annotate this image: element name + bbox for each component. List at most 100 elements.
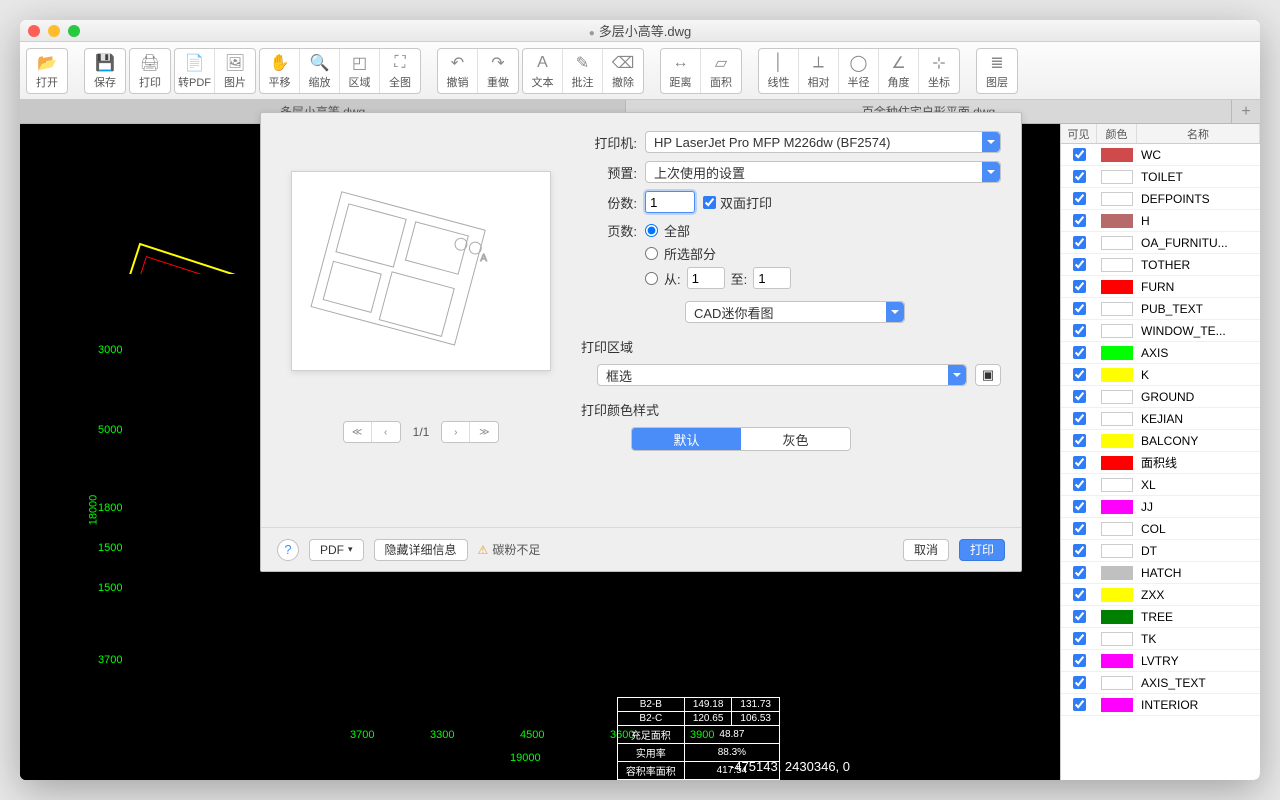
layer-row[interactable]: H <box>1061 210 1260 232</box>
toolbar-坐标-button[interactable]: ⊹坐标 <box>919 49 959 93</box>
layers-list[interactable]: WCTOILETDEFPOINTSHOA_FURNITU...TOTHERFUR… <box>1061 144 1260 780</box>
toolbar-打开-button[interactable]: 📂打开 <box>27 49 67 93</box>
window-zoom-button[interactable] <box>68 25 80 37</box>
app-select[interactable]: CAD迷你看图 <box>685 301 905 323</box>
layer-row[interactable]: 面积线 <box>1061 452 1260 474</box>
page-from-input[interactable] <box>687 267 725 289</box>
layer-row[interactable]: JJ <box>1061 496 1260 518</box>
layer-row[interactable]: XL <box>1061 474 1260 496</box>
pages-selected-radio[interactable] <box>645 247 658 260</box>
layer-visible-checkbox[interactable] <box>1073 522 1086 535</box>
layer-visible-checkbox[interactable] <box>1073 610 1086 623</box>
page-to-input[interactable] <box>753 267 791 289</box>
toolbar-图层-button[interactable]: ≣图层 <box>977 49 1017 93</box>
toolbar-相对-button[interactable]: ⟂相对 <box>799 49 839 93</box>
layer-row[interactable]: WINDOW_TE... <box>1061 320 1260 342</box>
layer-visible-checkbox[interactable] <box>1073 588 1086 601</box>
layer-visible-checkbox[interactable] <box>1073 236 1086 249</box>
layer-row[interactable]: HATCH <box>1061 562 1260 584</box>
layer-visible-checkbox[interactable] <box>1073 280 1086 293</box>
color-style-default[interactable]: 默认 <box>632 428 741 450</box>
pick-area-button[interactable]: ▣ <box>975 364 1001 386</box>
toolbar-撤销-button[interactable]: ↶撤销 <box>438 49 478 93</box>
toolbar-打印-button[interactable]: 🖨打印 <box>130 49 170 93</box>
toolbar-面积-button[interactable]: ▱面积 <box>701 49 741 93</box>
layer-visible-checkbox[interactable] <box>1073 148 1086 161</box>
toolbar-文本-button[interactable]: A文本 <box>523 49 563 93</box>
copies-input[interactable] <box>645 191 695 213</box>
layer-visible-checkbox[interactable] <box>1073 434 1086 447</box>
hide-details-button[interactable]: 隐藏详细信息 <box>374 539 468 561</box>
pager-next-button[interactable]: › <box>442 422 470 442</box>
layer-visible-checkbox[interactable] <box>1073 632 1086 645</box>
layer-row[interactable]: DEFPOINTS <box>1061 188 1260 210</box>
print-button[interactable]: 打印 <box>959 539 1005 561</box>
layer-visible-checkbox[interactable] <box>1073 412 1086 425</box>
layer-row[interactable]: FURN <box>1061 276 1260 298</box>
layer-visible-checkbox[interactable] <box>1073 456 1086 469</box>
layer-visible-checkbox[interactable] <box>1073 500 1086 513</box>
window-minimize-button[interactable] <box>48 25 60 37</box>
layer-visible-checkbox[interactable] <box>1073 698 1086 711</box>
layer-visible-checkbox[interactable] <box>1073 258 1086 271</box>
toolbar-重做-button[interactable]: ↷重做 <box>478 49 518 93</box>
layer-visible-checkbox[interactable] <box>1073 214 1086 227</box>
toolbar-半径-button[interactable]: ◯半径 <box>839 49 879 93</box>
layer-row[interactable]: K <box>1061 364 1260 386</box>
layer-row[interactable]: WC <box>1061 144 1260 166</box>
toolbar-撤除-button[interactable]: ⌫撤除 <box>603 49 643 93</box>
layer-row[interactable]: PUB_TEXT <box>1061 298 1260 320</box>
layer-visible-checkbox[interactable] <box>1073 302 1086 315</box>
layer-row[interactable]: AXIS_TEXT <box>1061 672 1260 694</box>
pages-all-radio[interactable] <box>645 224 658 237</box>
layer-visible-checkbox[interactable] <box>1073 324 1086 337</box>
pager-first-button[interactable]: ≪ <box>344 422 372 442</box>
layer-visible-checkbox[interactable] <box>1073 478 1086 491</box>
add-tab-button[interactable]: + <box>1232 100 1260 123</box>
preset-select[interactable]: 上次使用的设置 <box>645 161 1001 183</box>
layer-row[interactable]: TOILET <box>1061 166 1260 188</box>
pager-prev-button[interactable]: ‹ <box>372 422 400 442</box>
toolbar-线性-button[interactable]: │线性 <box>759 49 799 93</box>
layer-row[interactable]: INTERIOR <box>1061 694 1260 716</box>
layer-visible-checkbox[interactable] <box>1073 566 1086 579</box>
toolbar-平移-button[interactable]: ✋平移 <box>260 49 300 93</box>
printer-select[interactable]: HP LaserJet Pro MFP M226dw (BF2574) <box>645 131 1001 153</box>
layer-row[interactable]: COL <box>1061 518 1260 540</box>
toolbar-全图-button[interactable]: ⛶全图 <box>380 49 420 93</box>
layer-row[interactable]: TK <box>1061 628 1260 650</box>
layer-row[interactable]: DT <box>1061 540 1260 562</box>
layer-row[interactable]: BALCONY <box>1061 430 1260 452</box>
layer-visible-checkbox[interactable] <box>1073 170 1086 183</box>
layer-row[interactable]: ZXX <box>1061 584 1260 606</box>
toolbar-图片-button[interactable]: 🖼图片 <box>215 49 255 93</box>
toolbar-保存-button[interactable]: 💾保存 <box>85 49 125 93</box>
toolbar-距离-button[interactable]: ↔距离 <box>661 49 701 93</box>
layer-row[interactable]: GROUND <box>1061 386 1260 408</box>
layer-row[interactable]: TREE <box>1061 606 1260 628</box>
layer-visible-checkbox[interactable] <box>1073 346 1086 359</box>
layer-visible-checkbox[interactable] <box>1073 192 1086 205</box>
pdf-dropdown-button[interactable]: PDF▾ <box>309 539 364 561</box>
toolbar-缩放-button[interactable]: 🔍缩放 <box>300 49 340 93</box>
layer-row[interactable]: LVTRY <box>1061 650 1260 672</box>
layer-row[interactable]: AXIS <box>1061 342 1260 364</box>
layer-visible-checkbox[interactable] <box>1073 654 1086 667</box>
layer-row[interactable]: OA_FURNITU... <box>1061 232 1260 254</box>
window-close-button[interactable] <box>28 25 40 37</box>
color-style-gray[interactable]: 灰色 <box>741 428 850 450</box>
cancel-button[interactable]: 取消 <box>903 539 949 561</box>
toolbar-转PDF-button[interactable]: 📄转PDF <box>175 49 215 93</box>
layer-visible-checkbox[interactable] <box>1073 676 1086 689</box>
toolbar-角度-button[interactable]: ∠角度 <box>879 49 919 93</box>
layer-visible-checkbox[interactable] <box>1073 368 1086 381</box>
layer-row[interactable]: TOTHER <box>1061 254 1260 276</box>
duplex-checkbox[interactable] <box>703 196 716 209</box>
layer-visible-checkbox[interactable] <box>1073 544 1086 557</box>
help-button[interactable]: ? <box>277 539 299 561</box>
pages-range-radio[interactable] <box>645 272 658 285</box>
print-area-select[interactable]: 框选 <box>597 364 967 386</box>
layer-visible-checkbox[interactable] <box>1073 390 1086 403</box>
toolbar-区域-button[interactable]: ◰区域 <box>340 49 380 93</box>
toolbar-批注-button[interactable]: ✎批注 <box>563 49 603 93</box>
